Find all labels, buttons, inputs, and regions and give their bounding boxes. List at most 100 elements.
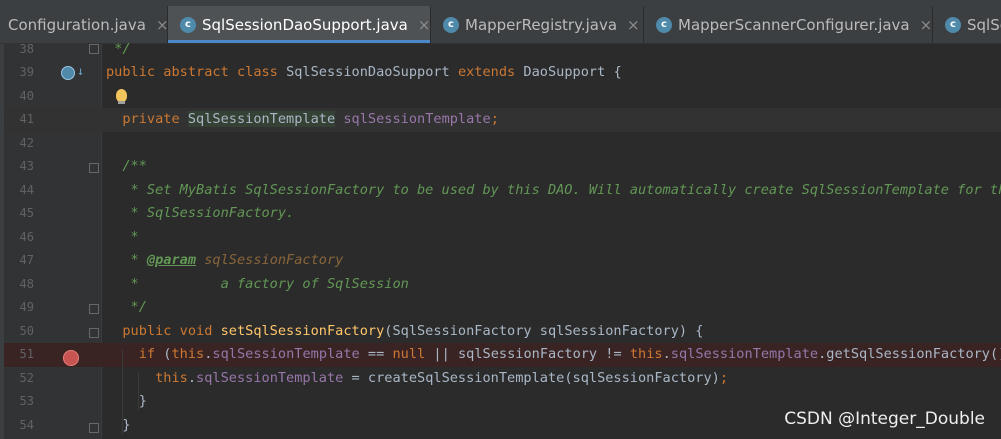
close-icon[interactable]: × (627, 16, 640, 34)
line-code: this.sqlSessionTemplate = createSqlSessi… (106, 367, 728, 391)
fold-marker[interactable] (89, 163, 99, 173)
line-code: } (106, 390, 147, 414)
code-token: if (106, 346, 164, 362)
class-icon: c (180, 16, 196, 33)
code-line[interactable]: 42 (4, 132, 1001, 156)
code-token: */ (106, 299, 147, 315)
line-code: public void setSqlSessionFactory(SqlSess… (106, 320, 703, 344)
code-line[interactable]: 43 /** (4, 155, 1001, 179)
code-token: DaoSupport { (523, 64, 622, 80)
code-token: . (662, 346, 671, 362)
indent-guide (122, 350, 123, 434)
code-line[interactable]: 48 * a factory of SqlSession (4, 273, 1001, 297)
code-line[interactable]: 40 (4, 85, 1001, 109)
code-token: null (392, 346, 426, 362)
code-token: = createSqlSessionTemplate(sqlSessionFac… (343, 369, 720, 386)
code-line[interactable]: 38 */ (4, 38, 1001, 62)
code-token: * a factory of SqlSession (106, 275, 409, 292)
line-code: } (106, 414, 130, 438)
code-token: } (106, 393, 147, 409)
code-token: ; (719, 369, 729, 386)
line-code: */ (106, 296, 147, 320)
arrow-down-icon: ↓ (77, 64, 85, 78)
code-line[interactable]: 46 * (4, 226, 1001, 250)
code-token: setSqlSessionFactory (220, 322, 385, 339)
code-line[interactable]: 44 * Set MyBatis SqlSessionFactory to be… (4, 179, 1001, 203)
code-token: * SqlSessionFactory. (106, 205, 295, 221)
code-token: public abstract class (106, 64, 287, 80)
line-number: 45 (19, 206, 34, 220)
fold-marker[interactable] (89, 423, 99, 433)
line-code: * (106, 226, 139, 250)
lightbulb-base (118, 101, 125, 104)
code-token: sqlSessionTemplate (343, 111, 491, 127)
code-line[interactable]: 49 */ (4, 296, 1001, 320)
line-code: /** (106, 155, 147, 179)
class-icon: c (656, 16, 672, 33)
code-line[interactable]: 47 * @param sqlSessionFactory (4, 249, 1001, 273)
line-number: 43 (19, 159, 34, 173)
line-code: public abstract class SqlSessionDaoSuppo… (106, 61, 622, 85)
line-number: 50 (19, 323, 34, 338)
code-token: sqlSessionTemplate (670, 346, 819, 362)
code-token: SqlSessionDaoSupport (286, 64, 458, 80)
class-icon: c (945, 16, 961, 33)
line-code: * Set MyBatis SqlSessionFactory to be us… (106, 179, 1001, 203)
close-icon[interactable]: × (418, 16, 431, 34)
tab-label: SqlSessionDaoSupport.java (202, 15, 408, 34)
indent-guide (138, 372, 139, 410)
code-token: ; (490, 111, 499, 127)
line-number: 47 (19, 253, 34, 267)
class-icon: c (443, 16, 459, 33)
code-token: * Set MyBatis SqlSessionFactory to be us… (106, 181, 1001, 198)
code-line[interactable]: 39 public abstract class SqlSessionDaoSup… (4, 61, 1001, 85)
code-line[interactable]: 50 public void setSqlSessionFactory(SqlS… (4, 320, 1001, 344)
fold-marker[interactable] (89, 44, 99, 54)
code-token: this (629, 346, 663, 362)
breakpoint-icon[interactable] (63, 350, 79, 366)
line-code: if (this.sqlSessionTemplate == null || s… (106, 343, 1001, 367)
gutter-row-39: ↓ (4, 61, 104, 85)
code-token: private (106, 111, 188, 127)
gutter-row-51 (4, 346, 104, 370)
line-number: 40 (19, 88, 34, 103)
close-icon[interactable]: × (920, 16, 933, 34)
line-number: 54 (19, 417, 34, 432)
line-number: 44 (19, 182, 34, 197)
code-token: this (106, 369, 188, 386)
code-token: . (187, 369, 197, 386)
code-token: */ (106, 40, 131, 57)
code-token: SqlSessionTemplate (187, 111, 336, 127)
code-token: .getSqlSessionFactory()) { (818, 346, 1001, 362)
line-number: 38 (19, 41, 34, 56)
code-line[interactable]: 41 private SqlSessionTemplate sqlSession… (4, 108, 1001, 132)
code-token: this (171, 346, 205, 362)
code-token: sqlSessionTemplate (212, 346, 360, 362)
fold-marker[interactable] (89, 304, 99, 314)
close-icon[interactable]: × (156, 16, 169, 34)
code-token: * (106, 228, 139, 245)
line-code: * SqlSessionFactory. (106, 202, 295, 226)
code-token: == (359, 346, 393, 362)
line-number: 53 (19, 394, 34, 408)
line-number: 46 (19, 229, 34, 244)
fold-marker[interactable] (89, 328, 99, 338)
code-token: * (106, 252, 147, 268)
code-token: public void (106, 322, 221, 339)
code-line[interactable]: 45 * SqlSessionFactory. (4, 202, 1001, 226)
tab-label: SqlSe (967, 15, 1001, 34)
line-code: */ (106, 38, 131, 62)
code-token: sqlSessionFactory (204, 252, 344, 268)
line-number: 42 (19, 135, 34, 150)
overridden-method-icon[interactable] (61, 66, 75, 80)
code-token: sqlSessionTemplate (196, 369, 344, 386)
code-token: /** (106, 158, 147, 174)
watermark: CSDN @Integer_Double (784, 409, 985, 429)
code-token: || sqlSessionFactory != (425, 346, 630, 362)
tab-label: Configuration.java (8, 15, 146, 34)
tab-label: MapperScannerConfigurer.java (678, 15, 910, 34)
code-line[interactable]: 52 this.sqlSessionTemplate = createSqlSe… (4, 367, 1001, 391)
line-code: private SqlSessionTemplate sqlSessionTem… (106, 108, 499, 132)
code-line[interactable]: 51 if (this.sqlSessionTemplate == null |… (4, 343, 1001, 367)
